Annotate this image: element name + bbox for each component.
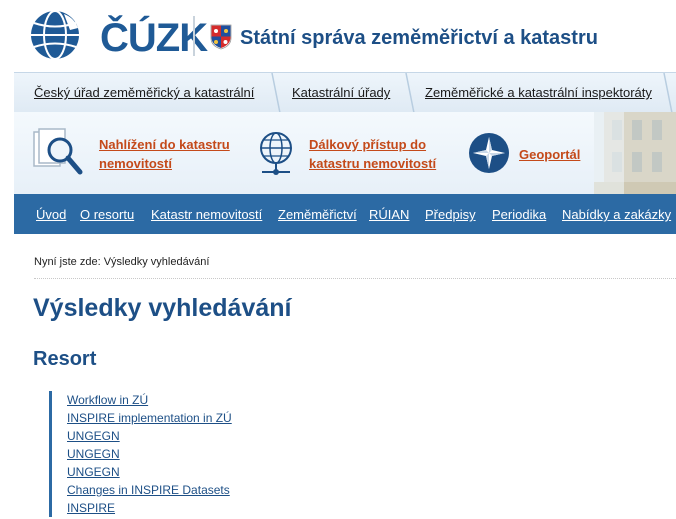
state-emblem-icon: [210, 24, 232, 50]
logo-text: ČÚZK: [100, 16, 208, 60]
tab-cuzk[interactable]: Český úřad zeměměřický a katastrální: [34, 73, 254, 113]
link-nahlizeni[interactable]: Nahlížení do katastru nemovitostí: [99, 135, 230, 173]
search-result-link[interactable]: INSPIRE implementation in ZÚ: [67, 409, 232, 427]
section-title-resort: Resort: [33, 348, 97, 370]
globe-network-icon: [260, 132, 292, 175]
nav-o-resortu[interactable]: O resortu: [80, 207, 134, 222]
tab-inspektoraty[interactable]: Zeměměřické a katastrální inspektoráty: [425, 73, 652, 113]
building-image: [594, 112, 676, 194]
globe-logo-icon: [31, 10, 79, 60]
nav-ruian[interactable]: RÚIAN: [369, 207, 409, 222]
tab-separator: [662, 73, 674, 113]
organization-name: Státní správa zeměměřictví a katastru: [240, 27, 598, 49]
magnifier-document-icon: [33, 128, 83, 175]
search-results-list: Workflow in ZÚ INSPIRE implementation in…: [49, 391, 232, 517]
page-title: Výsledky vyhledávání: [33, 294, 292, 322]
search-result-link[interactable]: UNGEGN: [67, 445, 232, 463]
search-result-link[interactable]: UNGEGN: [67, 463, 232, 481]
link-nahlizeni-line1: Nahlížení do katastru: [99, 137, 230, 152]
nav-nabidky-a-zakazky[interactable]: Nabídky a zakázky: [562, 207, 671, 222]
nav-uvod[interactable]: Úvod: [36, 207, 66, 222]
tab-separator: [404, 73, 416, 113]
feature-links: Nahlížení do katastru nemovitostí Dálkov…: [14, 112, 676, 194]
cuzk-logo[interactable]: ČÚZK: [28, 8, 208, 62]
search-result-link[interactable]: Changes in INSPIRE Datasets: [67, 481, 232, 499]
main-navigation: Úvod O resortu Katastr nemovitostí Zeměm…: [14, 194, 676, 234]
link-dalkovy-line1: Dálkový přístup do: [309, 137, 427, 152]
link-dalkovy-line2: katastru nemovitostí: [309, 156, 437, 171]
search-result-link[interactable]: UNGEGN: [67, 427, 232, 445]
site-header: ČÚZK Státní správa zeměměřictví a katast…: [0, 0, 676, 72]
tab-separator: [270, 73, 282, 113]
nav-katastr-nemovitosti[interactable]: Katastr nemovitostí: [151, 207, 262, 222]
compass-icon: [469, 133, 509, 173]
search-result-link[interactable]: INSPIRE: [67, 499, 232, 517]
link-nahlizeni-line2: nemovitostí: [99, 156, 172, 171]
breadcrumb-divider: [34, 278, 676, 279]
link-geoportal[interactable]: Geoportál: [519, 145, 580, 164]
tab-katastralni-urady[interactable]: Katastrální úřady: [292, 73, 390, 113]
breadcrumb: Nyní jste zde: Výsledky vyhledávání: [34, 256, 210, 268]
search-result-link[interactable]: Workflow in ZÚ: [67, 391, 232, 409]
nav-periodika[interactable]: Periodika: [492, 207, 546, 222]
nav-zememerictvi[interactable]: Zeměměřictví: [278, 207, 357, 222]
nav-predpisy[interactable]: Předpisy: [425, 207, 476, 222]
header-divider: [193, 16, 195, 56]
link-dalkovy-pristup[interactable]: Dálkový přístup do katastru nemovitostí: [309, 135, 436, 173]
top-tabs: Český úřad zeměměřický a katastrální Kat…: [14, 72, 676, 113]
